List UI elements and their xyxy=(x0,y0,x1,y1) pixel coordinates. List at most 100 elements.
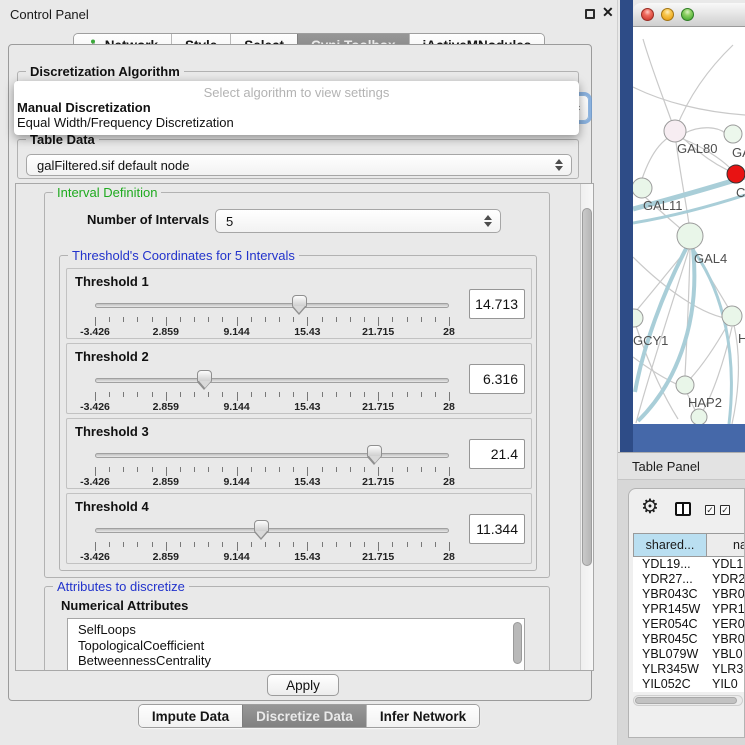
table-row[interactable]: YDR27...YDR2 xyxy=(633,572,745,587)
tab-infer-network[interactable]: Infer Network xyxy=(366,705,479,727)
attribute-list-item[interactable]: SelfLoops xyxy=(68,619,524,638)
cell-shared-name[interactable]: YLR345W xyxy=(633,662,707,677)
table-row[interactable]: YBR043CYBR0 xyxy=(633,587,745,602)
float-window-icon[interactable] xyxy=(585,9,595,19)
network-node[interactable] xyxy=(676,376,694,394)
slider-tick-label: -3.426 xyxy=(80,326,110,338)
numerical-attributes-list[interactable]: SelfLoopsTopologicalCoefficientBetweenne… xyxy=(67,618,525,671)
cell-name[interactable]: YDL1 xyxy=(707,557,743,572)
network-node[interactable] xyxy=(633,309,643,327)
network-node[interactable] xyxy=(633,178,652,198)
attribute-list-item[interactable]: TopologicalCoefficient xyxy=(68,638,524,654)
network-node[interactable] xyxy=(727,165,745,183)
minimize-traffic-light-icon[interactable] xyxy=(661,8,674,21)
zoom-traffic-light-icon[interactable] xyxy=(681,8,694,21)
network-edge[interactable] xyxy=(633,257,732,319)
slider-tick xyxy=(95,317,96,326)
vertical-scrollbar[interactable] xyxy=(580,184,593,670)
slider-track[interactable] xyxy=(95,303,449,308)
table-row[interactable]: YPR145WYPR1 xyxy=(633,602,745,617)
table-row[interactable]: YBL079WYBL0 xyxy=(633,647,745,662)
network-node[interactable] xyxy=(677,223,703,249)
network-node-label[interactable]: GAL11 xyxy=(643,198,683,213)
list-scrollbar-thumb[interactable] xyxy=(513,622,522,664)
table-rows: YDL19...YDL1YDR27...YDR2YBR043CYBR0YPR14… xyxy=(633,557,745,692)
slider-tick xyxy=(364,542,365,547)
slider-track[interactable] xyxy=(95,528,449,533)
close-window-icon[interactable]: ✕ xyxy=(602,4,614,21)
slider-handle[interactable] xyxy=(197,370,212,382)
threshold-value-field[interactable] xyxy=(469,289,525,319)
slider-track[interactable] xyxy=(95,453,449,458)
table-row[interactable]: YER054CYER0 xyxy=(633,617,745,632)
network-node-label[interactable]: GAL4 xyxy=(694,251,727,266)
slider-handle[interactable] xyxy=(292,295,307,307)
tab-impute-data[interactable]: Impute Data xyxy=(139,705,242,727)
threshold-value-field[interactable] xyxy=(469,439,525,469)
cell-name[interactable]: YER0 xyxy=(707,617,745,632)
network-node-label[interactable]: H xyxy=(738,331,745,346)
dropdown-prompt-item: Select algorithm to view settings xyxy=(14,85,579,100)
cell-name[interactable]: YLR3 xyxy=(707,662,743,677)
table-row[interactable]: YIL052CYIL0 xyxy=(633,677,745,692)
network-edge[interactable] xyxy=(675,45,733,131)
table-row[interactable]: YBR045CYBR0 xyxy=(633,632,745,647)
tab-discretize-data[interactable]: Discretize Data xyxy=(242,705,366,727)
cell-shared-name[interactable]: YER054C xyxy=(633,617,707,632)
slider-tick xyxy=(180,392,181,397)
cell-shared-name[interactable]: YBR043C xyxy=(633,587,707,602)
table-row[interactable]: YLR345WYLR3 xyxy=(633,662,745,677)
cell-shared-name[interactable]: YPR145W xyxy=(633,602,707,617)
network-node[interactable] xyxy=(691,409,707,424)
column-header-shared-name[interactable]: shared... xyxy=(633,533,707,557)
column-header-name[interactable]: na xyxy=(707,533,745,557)
network-window-titlebar[interactable] xyxy=(633,3,745,27)
network-node-label[interactable]: GA xyxy=(732,145,745,160)
gear-icon[interactable]: ⚙ xyxy=(641,497,659,517)
cell-name[interactable]: YPR1 xyxy=(707,602,745,617)
threshold-value-field[interactable] xyxy=(469,514,525,544)
cell-shared-name[interactable]: YDR27... xyxy=(633,572,707,587)
slider-handle[interactable] xyxy=(254,520,269,532)
num-intervals-combobox[interactable]: 5 xyxy=(215,209,501,233)
cell-shared-name[interactable]: YBR045C xyxy=(633,632,707,647)
dropdown-item-equal-width-frequency[interactable]: Equal Width/Frequency Discretization xyxy=(14,115,579,130)
cell-shared-name[interactable]: YIL052C xyxy=(633,677,707,692)
slider-handle[interactable] xyxy=(367,445,382,457)
network-node-label[interactable]: C xyxy=(736,185,745,200)
network-node[interactable] xyxy=(724,125,742,143)
slider-tick xyxy=(109,392,110,397)
cell-name[interactable]: YIL0 xyxy=(707,677,738,692)
vertical-scrollbar-thumb[interactable] xyxy=(582,208,592,566)
network-edge[interactable] xyxy=(685,249,690,376)
apply-button[interactable]: Apply xyxy=(267,674,339,696)
cell-name[interactable]: YBL0 xyxy=(707,647,743,662)
table-row[interactable]: YDL19...YDL1 xyxy=(633,557,745,572)
network-canvas[interactable]: GAL80 GA C GAL11 GAL4 GCY1 H HAP2 xyxy=(633,27,745,424)
cell-name[interactable]: YDR2 xyxy=(707,572,745,587)
slider-tick xyxy=(407,542,408,547)
network-node[interactable] xyxy=(722,306,742,326)
cell-name[interactable]: YBR0 xyxy=(707,587,745,602)
attribute-list-item[interactable]: BetweennessCentrality xyxy=(68,653,524,669)
network-edge[interactable] xyxy=(643,39,675,131)
network-node[interactable] xyxy=(664,120,686,142)
cell-shared-name[interactable]: YBL079W xyxy=(633,647,707,662)
dropdown-item-manual-discretization[interactable]: Manual Discretization xyxy=(14,100,579,115)
network-node-label[interactable]: GAL80 xyxy=(677,141,717,156)
select-all-checkbox-icon[interactable]: ✓ xyxy=(705,505,715,515)
select-column-checkbox-icon[interactable]: ✓ xyxy=(720,505,730,515)
network-edge[interactable] xyxy=(690,324,728,379)
column-layout-icon[interactable] xyxy=(675,502,691,516)
slider-track[interactable] xyxy=(95,378,449,383)
network-node-label[interactable]: HAP2 xyxy=(688,395,722,410)
cell-shared-name[interactable]: YDL19... xyxy=(633,557,707,572)
threshold-value-field[interactable] xyxy=(469,364,525,394)
close-traffic-light-icon[interactable] xyxy=(641,8,654,21)
horizontal-scrollbar-thumb[interactable] xyxy=(635,697,737,704)
horizontal-scrollbar[interactable] xyxy=(633,695,743,706)
table-data-combobox[interactable]: galFiltered.sif default node xyxy=(26,154,572,176)
network-edge[interactable] xyxy=(685,128,725,133)
cell-name[interactable]: YBR0 xyxy=(707,632,745,647)
network-node-label[interactable]: GCY1 xyxy=(633,333,668,348)
